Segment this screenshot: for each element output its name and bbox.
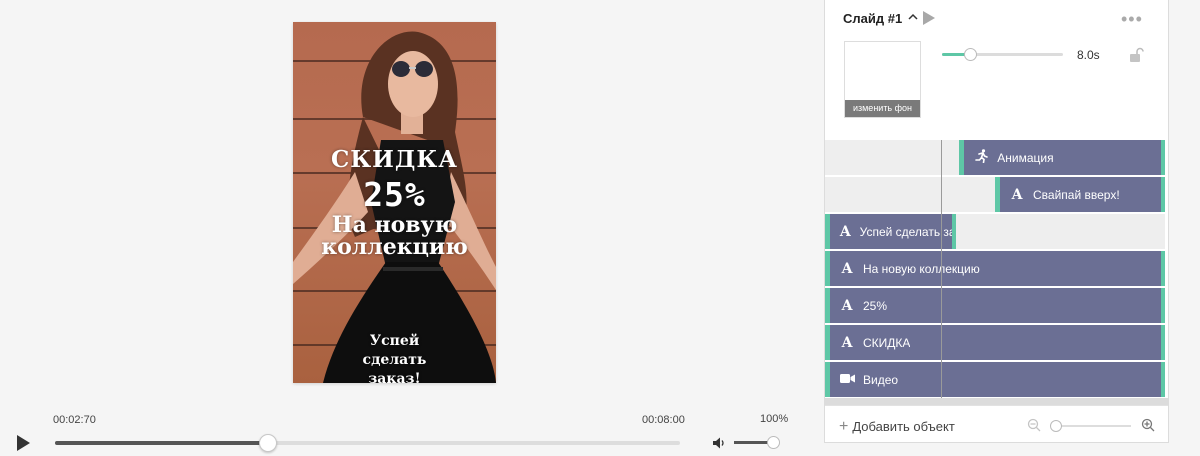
seek-bar-fill: [55, 441, 268, 445]
timeline-row: A Свайпай вверх!: [825, 177, 1165, 213]
timeline-layer-label: Анимация: [997, 150, 1054, 165]
overlay-new-collection-text[interactable]: На новую коллекцию: [293, 214, 496, 258]
timeline-layer-bar[interactable]: A 25%: [825, 288, 1165, 323]
volume-icon[interactable]: [712, 436, 726, 450]
timeline-row: A Успей сделать заказ!: [825, 214, 1165, 250]
overlay-hurry-text[interactable]: Успей сделать заказ!: [293, 332, 496, 383]
timeline-layer-label: На новую коллекцию: [863, 261, 980, 276]
timeline-row: A 25%: [825, 288, 1165, 324]
story-preview: СКИДКА 25% На новую коллекцию Успей сдел…: [293, 22, 496, 383]
plus-icon: +: [839, 418, 849, 435]
timeline-layer-bar[interactable]: A Успей сделать заказ!: [825, 214, 956, 249]
chevron-up-icon[interactable]: [906, 12, 920, 22]
running-person-icon: [973, 148, 989, 167]
text-icon: A: [1011, 186, 1023, 203]
volume-percent: 100%: [760, 413, 789, 425]
more-options-icon[interactable]: •••: [1121, 9, 1143, 30]
slide-duration-handle[interactable]: [963, 48, 977, 61]
total-duration: 00:08:00: [642, 414, 685, 426]
timeline-playhead[interactable]: [941, 140, 942, 398]
timeline-layer-label: Успей сделать заказ!: [859, 224, 952, 239]
timeline-layer-label: 25%: [863, 298, 888, 313]
text-icon: A: [839, 223, 851, 240]
unlock-icon[interactable]: [1128, 47, 1144, 63]
zoom-in-icon[interactable]: [1141, 418, 1155, 432]
video-camera-icon: [839, 372, 855, 388]
text-icon: A: [841, 260, 853, 277]
timeline-layer-label: Свайпай вверх!: [1033, 187, 1120, 202]
seek-bar[interactable]: [55, 434, 680, 452]
play-button[interactable]: [17, 435, 30, 451]
timeline-row: A На новую коллекцию: [825, 251, 1165, 287]
panel-footer: + Добавить объект: [825, 405, 1168, 442]
volume-handle[interactable]: [767, 436, 780, 449]
timeline-layer-label: Видео: [863, 372, 899, 387]
timeline-layer-bar[interactable]: Анимация: [959, 140, 1165, 175]
timeline: Анимация A Свайпай вверх! A Успей сделать за…: [825, 140, 1168, 406]
text-icon: A: [841, 297, 853, 314]
overlay-sale-text[interactable]: СКИДКА: [293, 146, 496, 173]
slide-duration-slider[interactable]: [942, 48, 1063, 61]
add-object-label: Добавить объект: [852, 419, 955, 434]
slide-play-button[interactable]: [923, 11, 935, 25]
timeline-layer-bar[interactable]: A На новую коллекцию: [825, 251, 1165, 286]
current-time: 00:02:70: [53, 414, 96, 426]
timeline-layer-bar[interactable]: Видео: [825, 362, 1165, 397]
timeline-row: Видео: [825, 362, 1165, 398]
timeline-layer-bar[interactable]: A Свайпай вверх!: [995, 177, 1165, 212]
slide-thumbnail[interactable]: изменить фон: [844, 41, 921, 118]
slide-panel: Слайд #1 ••• изменить фон 8.0s Анимация A…: [824, 0, 1169, 443]
overlay-percent-text[interactable]: 25%: [293, 175, 496, 214]
timeline-row: Анимация: [825, 140, 1165, 176]
seek-handle[interactable]: [258, 434, 277, 452]
timeline-layer-bar[interactable]: A СКИДКА: [825, 325, 1165, 360]
zoom-handle[interactable]: [1050, 420, 1062, 432]
zoom-out-icon[interactable]: [1027, 418, 1041, 432]
slide-duration-value: 8.0s: [1077, 48, 1100, 62]
timeline-row: A СКИДКА: [825, 325, 1165, 361]
change-background-button[interactable]: изменить фон: [845, 100, 920, 117]
text-icon: A: [841, 334, 853, 351]
zoom-slider[interactable]: [1054, 425, 1131, 427]
slide-title[interactable]: Слайд #1: [843, 11, 902, 26]
add-object-button[interactable]: + Добавить объект: [839, 418, 955, 436]
timeline-layer-label: СКИДКА: [863, 335, 911, 350]
